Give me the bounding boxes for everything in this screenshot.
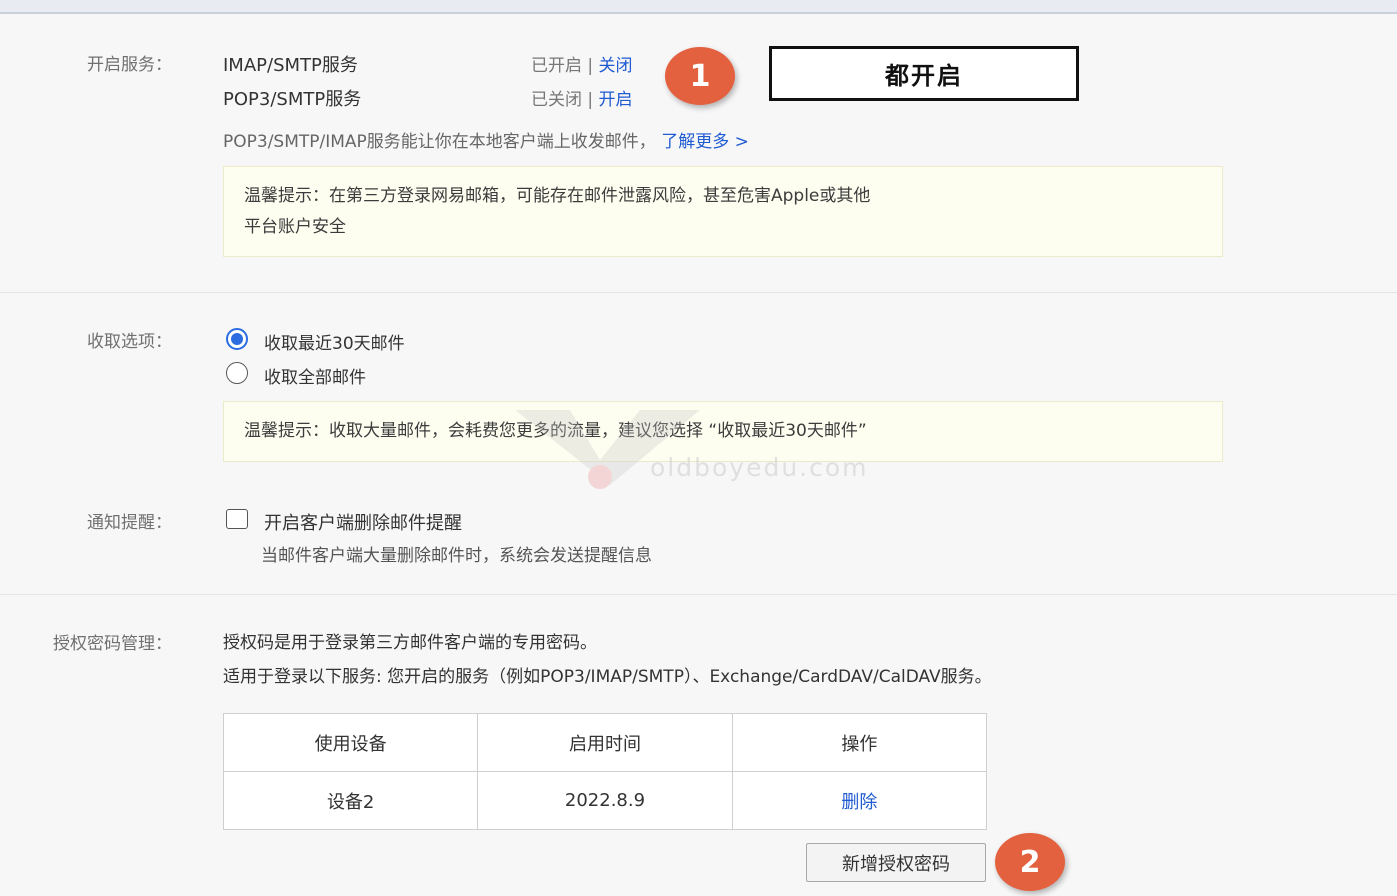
auth-line1: 授权码是用于登录第三方邮件客户端的专用密码。 [223,633,597,653]
cell-device: 设备2 [222,771,479,830]
delete-reminder-desc: 当邮件客户端大量删除邮件时，系统会发送提醒信息 [261,546,652,566]
radio-recent-30-days-label[interactable]: 收取最近30天邮件 [264,329,405,354]
cell-time: 2022.8.9 [477,771,733,830]
annotation-badge-1: 1 [665,47,735,105]
delete-reminder-checkbox[interactable] [226,509,248,529]
annotation-badge-2: 2 [995,833,1065,891]
new-auth-password-button[interactable]: 新增授权密码 [806,843,986,882]
imap-service-name: IMAP/SMTP服务 [223,55,358,76]
notify-label: 通知提醒： [87,513,172,533]
service-tip-line1: 温馨提示：在第三方登录网易邮箱，可能存在邮件泄露风险，甚至危害Apple或其他 [244,186,871,206]
pop3-status: 已关闭 [531,90,582,110]
pop3-separator: | [587,90,594,110]
table-header-row: 使用设备 启用时间 操作 [222,713,988,772]
header-time: 启用时间 [477,713,733,772]
auth-line2: 适用于登录以下服务: 您开启的服务（例如POP3/IMAP/SMTP）、Exch… [223,667,992,687]
service-tip-line2: 平台账户安全 [244,217,346,237]
imap-status: 已开启 [531,56,582,76]
delete-reminder-label[interactable]: 开启客户端删除邮件提醒 [264,509,462,535]
header-device: 使用设备 [222,713,479,772]
service-description: POP3/SMTP/IMAP服务能让你在本地客户端上收发邮件， 了解更多 > [223,127,749,152]
delete-link[interactable]: 删除 [841,792,877,813]
section-divider-2 [0,594,1397,595]
imap-service-status-group: 已开启 | 关闭 [531,51,633,76]
fetch-label: 收取选项： [87,332,172,352]
imap-close-link[interactable]: 关闭 [599,56,633,76]
service-label: 开启服务： [87,55,172,75]
top-bar [0,0,1397,14]
radio-all-mail[interactable] [226,362,248,384]
pop3-service-status-group: 已关闭 | 开启 [531,85,633,110]
section-divider [0,292,1397,293]
auth-table: 使用设备 启用时间 操作 设备2 2022.8.9 删除 [222,713,988,830]
imap-separator: | [587,56,594,76]
pop3-open-link[interactable]: 开启 [599,90,633,110]
radio-all-mail-label[interactable]: 收取全部邮件 [264,363,366,388]
service-tip-box: 温馨提示：在第三方登录网易邮箱，可能存在邮件泄露风险，甚至危害Apple或其他 … [223,166,1223,257]
table-row: 设备2 2022.8.9 删除 [222,771,988,830]
header-action: 操作 [731,713,988,772]
auth-label: 授权密码管理： [53,634,172,654]
cell-action: 删除 [731,771,988,830]
watermark-text: oldboyedu.com [650,453,869,482]
service-desc-text: POP3/SMTP/IMAP服务能让你在本地客户端上收发邮件， [223,132,656,152]
learn-more-link[interactable]: 了解更多 > [661,132,749,152]
radio-recent-30-days[interactable] [226,328,248,350]
pop3-service-name: POP3/SMTP服务 [223,89,362,110]
annotation-callout: 都开启 [769,46,1079,101]
